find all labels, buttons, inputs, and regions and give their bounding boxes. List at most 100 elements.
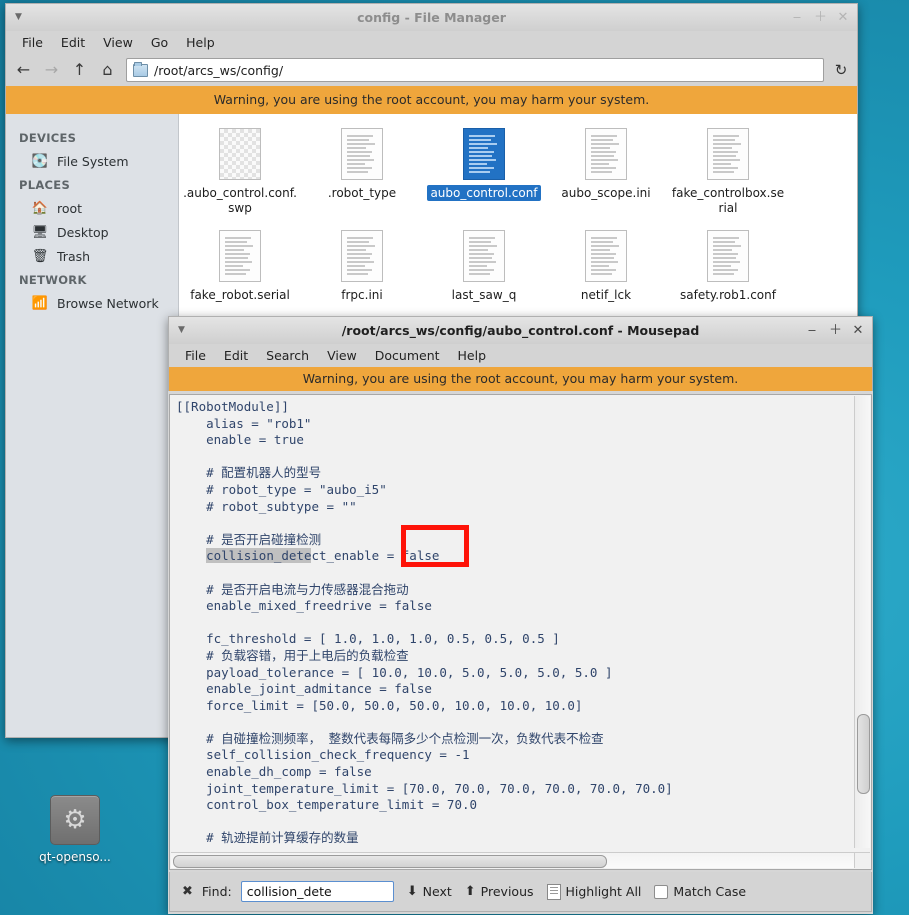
search-input[interactable]	[240, 881, 394, 902]
sidebar-item-label: Browse Network	[57, 295, 159, 311]
scrollbar-corner	[854, 852, 870, 868]
file-name: fake_robot.serial	[190, 288, 290, 302]
file-item[interactable]: safety.rob1.conf	[667, 228, 789, 303]
sidebar-item-label: Desktop	[57, 224, 109, 240]
menu-item-search[interactable]: Search	[257, 346, 318, 365]
find-previous-button[interactable]: ⬆ Previous	[465, 884, 534, 899]
highlight-all-button[interactable]: Highlight All	[546, 883, 641, 900]
scrollbar-thumb[interactable]	[173, 855, 607, 868]
hard-disk-icon: 💽	[31, 153, 49, 169]
mousepad-window-controls[interactable]: ‒ ＋ ✕	[806, 317, 864, 344]
file-item[interactable]: .robot_type	[301, 126, 423, 216]
arrow-up-icon: ⬆	[464, 884, 476, 899]
reload-icon[interactable]: ↻	[833, 61, 849, 79]
menu-item-go[interactable]: Go	[142, 33, 177, 52]
file-item[interactable]: fake_controlbox.serial	[667, 126, 789, 216]
home-icon: 🏠	[31, 200, 49, 216]
close-icon[interactable]: ✕	[837, 11, 849, 24]
back-icon[interactable]: ←	[14, 62, 33, 78]
file-manager-title: config - File Manager	[357, 10, 506, 25]
editor-vertical-scrollbar[interactable]	[854, 396, 870, 848]
file-icon[interactable]	[341, 128, 383, 180]
minimize-icon[interactable]: ‒	[791, 11, 803, 24]
file-item[interactable]: frpc.ini	[301, 228, 423, 303]
file-icon[interactable]	[341, 230, 383, 282]
file-item[interactable]: netif_lck	[545, 228, 667, 303]
close-icon[interactable]: ✕	[852, 324, 864, 337]
mousepad-menubar[interactable]: File Edit Search View Document Help	[168, 344, 873, 367]
menu-item-view[interactable]: View	[94, 33, 142, 52]
gear-icon: ⚙	[50, 795, 100, 845]
scrollbar-thumb[interactable]	[857, 714, 870, 794]
sidebar-item-desktop[interactable]: 🖥 Desktop	[6, 220, 178, 244]
file-manager-toolbar[interactable]: ← → ↑ ⌂ /root/arcs_ws/config/ ↻	[5, 54, 858, 86]
editor-text-before: [[RobotModule]] alias = "rob1" enable = …	[176, 399, 387, 547]
forward-icon[interactable]: →	[42, 62, 61, 78]
menu-item-edit[interactable]: Edit	[215, 346, 257, 365]
sidebar-item-trash[interactable]: 🗑 Trash	[6, 244, 178, 268]
desktop-icon-qt-opensource[interactable]: ⚙ qt-openso...	[28, 795, 122, 864]
file-name: last_saw_q	[451, 288, 517, 302]
mousepad-window[interactable]: ▼ /root/arcs_ws/config/aubo_control.conf…	[168, 316, 873, 914]
checkbox-icon[interactable]	[654, 884, 669, 899]
arrow-down-icon: ⬇	[406, 884, 418, 899]
sidebar-item-label: Trash	[57, 248, 91, 264]
up-icon[interactable]: ↑	[70, 62, 89, 78]
file-icon[interactable]	[463, 128, 505, 180]
file-manager-menubar[interactable]: File Edit View Go Help	[5, 31, 858, 54]
find-previous-label: Previous	[480, 884, 534, 899]
file-icon[interactable]	[707, 128, 749, 180]
file-icon[interactable]	[219, 230, 261, 282]
file-icon[interactable]	[585, 230, 627, 282]
file-manager-window-controls[interactable]: ‒ ＋ ✕	[791, 4, 849, 31]
file-item[interactable]: aubo_control.conf	[423, 126, 545, 216]
file-item[interactable]: .aubo_control.conf.swp	[179, 126, 301, 216]
location-input[interactable]: /root/arcs_ws/config/	[126, 58, 824, 82]
sidebar-item-browse-network[interactable]: 📶 Browse Network	[6, 291, 178, 315]
file-manager-sidebar[interactable]: DEVICES 💽 File System PLACES 🏠 root 🖥 De…	[6, 114, 179, 737]
highlight-icon	[546, 883, 561, 900]
find-next-button[interactable]: ⬇ Next	[407, 884, 452, 899]
location-path: /root/arcs_ws/config/	[154, 62, 284, 78]
maximize-icon[interactable]: ＋	[814, 11, 827, 24]
maximize-icon[interactable]: ＋	[829, 324, 842, 337]
file-name: frpc.ini	[341, 288, 383, 302]
file-item[interactable]: fake_robot.serial	[179, 228, 301, 303]
editor-text-after: ct_enable = false # 是否开启电流与力传感器混合拖动 enab…	[206, 548, 673, 846]
minimize-icon[interactable]: ‒	[806, 324, 818, 337]
file-icon[interactable]	[585, 128, 627, 180]
menu-item-document[interactable]: Document	[366, 346, 449, 365]
file-manager-titlebar[interactable]: ▼ config - File Manager ‒ ＋ ✕	[5, 3, 858, 31]
mousepad-titlebar[interactable]: ▼ /root/arcs_ws/config/aubo_control.conf…	[168, 316, 873, 344]
file-manager-root-warning: Warning, you are using the root account,…	[5, 86, 858, 114]
editor-horizontal-scrollbar[interactable]	[171, 852, 855, 868]
sidebar-item-label: root	[57, 200, 83, 216]
file-name: safety.rob1.conf	[680, 288, 776, 302]
file-icon[interactable]	[219, 128, 261, 180]
menu-item-help[interactable]: Help	[449, 346, 496, 365]
desktop-icon: 🖥	[31, 224, 49, 240]
menu-item-help[interactable]: Help	[177, 33, 224, 52]
sidebar-item-file-system[interactable]: 💽 File System	[6, 149, 178, 173]
file-name: aubo_scope.ini	[561, 186, 651, 200]
match-case-checkbox[interactable]: Match Case	[654, 884, 746, 899]
mousepad-title: /root/arcs_ws/config/aubo_control.conf -…	[341, 323, 700, 338]
file-icon[interactable]	[463, 230, 505, 282]
sidebar-header-places: PLACES	[19, 178, 71, 192]
trash-icon: 🗑	[31, 248, 49, 264]
menu-item-edit[interactable]: Edit	[52, 33, 94, 52]
mousepad-root-warning: Warning, you are using the root account,…	[168, 367, 873, 391]
menu-item-file[interactable]: File	[176, 346, 215, 365]
sidebar-item-root[interactable]: 🏠 root	[6, 196, 178, 220]
home-icon[interactable]: ⌂	[98, 62, 117, 78]
file-name: aubo_control.conf	[423, 185, 545, 201]
editor-content[interactable]: [[RobotModule]] alias = "rob1" enable = …	[170, 395, 871, 847]
file-item[interactable]: aubo_scope.ini	[545, 126, 667, 216]
menu-item-file[interactable]: File	[13, 33, 52, 52]
close-find-icon[interactable]: ✖	[182, 884, 193, 899]
file-icon[interactable]	[707, 230, 749, 282]
text-editor-area[interactable]: [[RobotModule]] alias = "rob1" enable = …	[169, 394, 872, 870]
menu-item-view[interactable]: View	[318, 346, 366, 365]
file-item[interactable]: last_saw_q	[423, 228, 545, 303]
find-bar[interactable]: ✖ Find: ⬇ Next ⬆ Previous Highlight All …	[169, 872, 872, 912]
